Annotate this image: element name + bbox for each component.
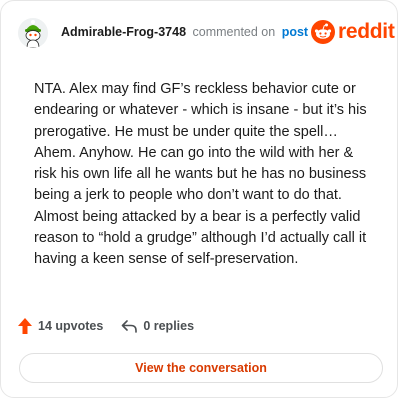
snoo-avatar-icon: [18, 18, 48, 48]
comment-body: NTA. Alex may find GF’s reckless behavio…: [34, 81, 367, 268]
avatar[interactable]: [18, 18, 48, 48]
username-link[interactable]: Admirable-Frog-3748: [61, 25, 186, 39]
comment-stats: 14 upvotes 0 replies: [18, 318, 194, 334]
view-conversation-button[interactable]: View the conversation: [19, 353, 383, 383]
upvote-count: 14 upvotes: [38, 319, 104, 333]
brand-wordmark: reddit: [338, 20, 395, 43]
post-link[interactable]: post: [282, 25, 308, 39]
comment-card: Admirable-Frog-3748 commented on post re…: [0, 0, 398, 398]
comment-header: Admirable-Frog-3748 commented on post: [61, 25, 308, 39]
upvote-stat[interactable]: 14 upvotes: [18, 318, 103, 334]
reply-count: 0 replies: [143, 319, 195, 333]
upvote-arrow-icon: [18, 318, 32, 334]
reply-stat[interactable]: 0 replies: [121, 319, 194, 333]
commented-on-text: commented on: [192, 25, 276, 39]
reply-arrow-icon: [122, 320, 138, 333]
reddit-logo-icon: [311, 20, 335, 44]
reddit-brand[interactable]: reddit: [311, 20, 395, 44]
